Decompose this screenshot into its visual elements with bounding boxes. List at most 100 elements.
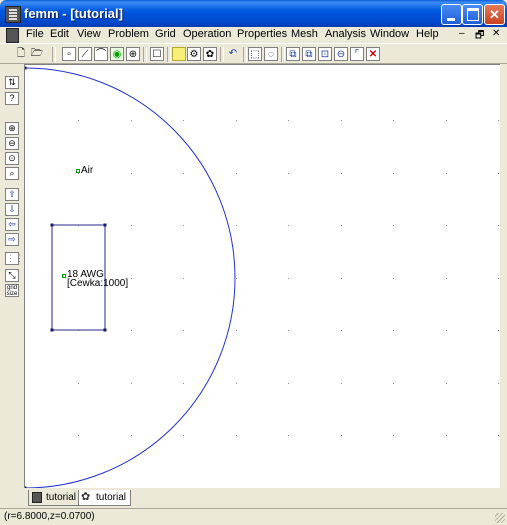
menu-file[interactable]: File: [26, 28, 44, 40]
block-label-marker[interactable]: [62, 274, 66, 278]
select-circle-icon[interactable]: ◌: [264, 47, 278, 61]
undo-icon[interactable]: ↶: [226, 47, 240, 61]
grid-dot: [498, 278, 499, 279]
menu-edit[interactable]: Edit: [50, 28, 69, 40]
tab-label: tutorial: [96, 492, 127, 503]
geometry-view: Air 18 AWG [Cewka:1000]: [25, 66, 499, 488]
close-button[interactable]: ✕: [484, 4, 505, 25]
grid-dot: [78, 120, 79, 121]
show-block-labels-icon[interactable]: ⇅: [5, 76, 19, 89]
menu-properties[interactable]: Properties: [237, 28, 287, 40]
tab-tutorial-geometry[interactable]: tutorial: [28, 490, 82, 506]
pan-left-icon[interactable]: ⇦: [5, 218, 19, 231]
open-folder-icon[interactable]: 🗁: [30, 47, 44, 61]
node[interactable]: [50, 328, 54, 332]
node[interactable]: [103, 328, 107, 332]
minimize-button[interactable]: [441, 4, 462, 25]
new-document-icon[interactable]: 🗋: [14, 47, 28, 61]
main-toolbar: 🗋 🗁 ▫ ⟋ ⌒ ◉ ⊕ ☐ ⚙ ✿ ↶ ⬚ ◌ ⧉ ⧉ ⊡ ⊖ ⌜ ✕: [0, 43, 507, 64]
grid-dot: [183, 383, 184, 384]
grid-dot: [446, 435, 447, 436]
grid-dot: [236, 225, 237, 226]
document-system-menu-icon[interactable]: [6, 28, 19, 43]
mdi-minimize-button[interactable]: –: [459, 28, 465, 39]
menu-mesh[interactable]: Mesh: [291, 28, 318, 40]
grid-dot: [288, 120, 289, 121]
mesh-doc-icon: ✿: [81, 491, 91, 503]
femm-app-icon: [5, 6, 21, 23]
move-icon[interactable]: ⧉: [286, 47, 300, 61]
zoom-out-icon[interactable]: ⊖: [5, 137, 19, 150]
select-window-icon[interactable]: ⬚: [248, 47, 262, 61]
resize-grip[interactable]: [495, 513, 505, 523]
scale-icon[interactable]: ⊡: [318, 47, 332, 61]
mesh-icon[interactable]: [172, 47, 186, 61]
grid-dot: [498, 120, 499, 121]
grid-dot: [288, 278, 289, 279]
grid-dot: [183, 173, 184, 174]
femm-doc-icon: [32, 492, 42, 503]
show-grid-icon[interactable]: ⋮⋮: [5, 252, 24, 265]
grid-dot: [183, 278, 184, 279]
zoom-natural-icon[interactable]: ⊙: [5, 152, 19, 165]
delete-icon[interactable]: ✕: [366, 47, 380, 61]
properties-icon[interactable]: ☐: [150, 47, 164, 61]
pan-up-icon[interactable]: ⇧: [5, 188, 19, 201]
menu-window[interactable]: Window: [370, 28, 409, 40]
zoom-window-icon[interactable]: ⌕: [5, 167, 19, 180]
drawing-canvas[interactable]: Air 18 AWG [Cewka:1000]: [24, 64, 500, 488]
menu-operation[interactable]: Operation: [183, 28, 231, 40]
grid-dot: [236, 173, 237, 174]
maximize-button[interactable]: [462, 4, 483, 25]
menu-problem[interactable]: Problem: [108, 28, 149, 40]
show-mesh-icon[interactable]: ?: [5, 92, 19, 105]
fillet-icon[interactable]: ⌜: [350, 47, 364, 61]
tab-tutorial-mesh[interactable]: ✿ tutorial: [78, 490, 132, 506]
node-mode-icon[interactable]: ▫: [62, 47, 76, 61]
boundary-arc[interactable]: [25, 67, 236, 488]
node[interactable]: [50, 223, 54, 227]
toolbar-separator: [243, 47, 247, 62]
view-results-icon[interactable]: ✿: [203, 47, 217, 61]
grid-dot: [446, 225, 447, 226]
grid-dot: [393, 435, 394, 436]
grid-dot: [341, 278, 342, 279]
menu-view[interactable]: View: [77, 28, 101, 40]
toolbar-separator: [52, 47, 56, 62]
grid-dot: [236, 383, 237, 384]
grid-dot: [131, 278, 132, 279]
mirror-icon[interactable]: ⊖: [334, 47, 348, 61]
grid-dot: [236, 120, 237, 121]
node[interactable]: [103, 223, 107, 227]
mdi-close-button[interactable]: ✕: [492, 28, 500, 39]
snap-to-grid-icon[interactable]: ⤡: [5, 269, 19, 282]
toolbar-separator: [143, 47, 147, 62]
grid-dot: [288, 330, 289, 331]
grid-size-icon[interactable]: grid size: [5, 284, 19, 297]
grid-dot: [131, 225, 132, 226]
copy-icon[interactable]: ⧉: [302, 47, 316, 61]
grid-dot: [78, 383, 79, 384]
pan-down-icon[interactable]: ⇩: [5, 203, 19, 216]
block-label-mode-icon[interactable]: ◉: [110, 47, 124, 61]
arc-mode-icon[interactable]: ⌒: [94, 47, 108, 61]
grid-dot: [288, 225, 289, 226]
grid-dot: [446, 383, 447, 384]
grid-dot: [393, 278, 394, 279]
zoom-in-icon[interactable]: ⊕: [5, 122, 19, 135]
menu-analysis[interactable]: Analysis: [325, 28, 366, 40]
run-analysis-icon[interactable]: ⚙: [187, 47, 201, 61]
grid-dot: [78, 173, 79, 174]
pan-right-icon[interactable]: ⇨: [5, 233, 19, 246]
group-mode-icon[interactable]: ⊕: [126, 47, 140, 61]
menu-help[interactable]: Help: [416, 28, 439, 40]
menu-grid[interactable]: Grid: [155, 28, 176, 40]
segment-mode-icon[interactable]: ⟋: [78, 47, 92, 61]
grid-dot: [498, 383, 499, 384]
grid-dot: [393, 330, 394, 331]
menu-bar: File Edit View Problem Grid Operation Pr…: [0, 27, 507, 43]
grid-dot: [446, 120, 447, 121]
grid-dot: [183, 435, 184, 436]
block-label-marker[interactable]: [76, 169, 80, 173]
node[interactable]: [25, 66, 27, 70]
